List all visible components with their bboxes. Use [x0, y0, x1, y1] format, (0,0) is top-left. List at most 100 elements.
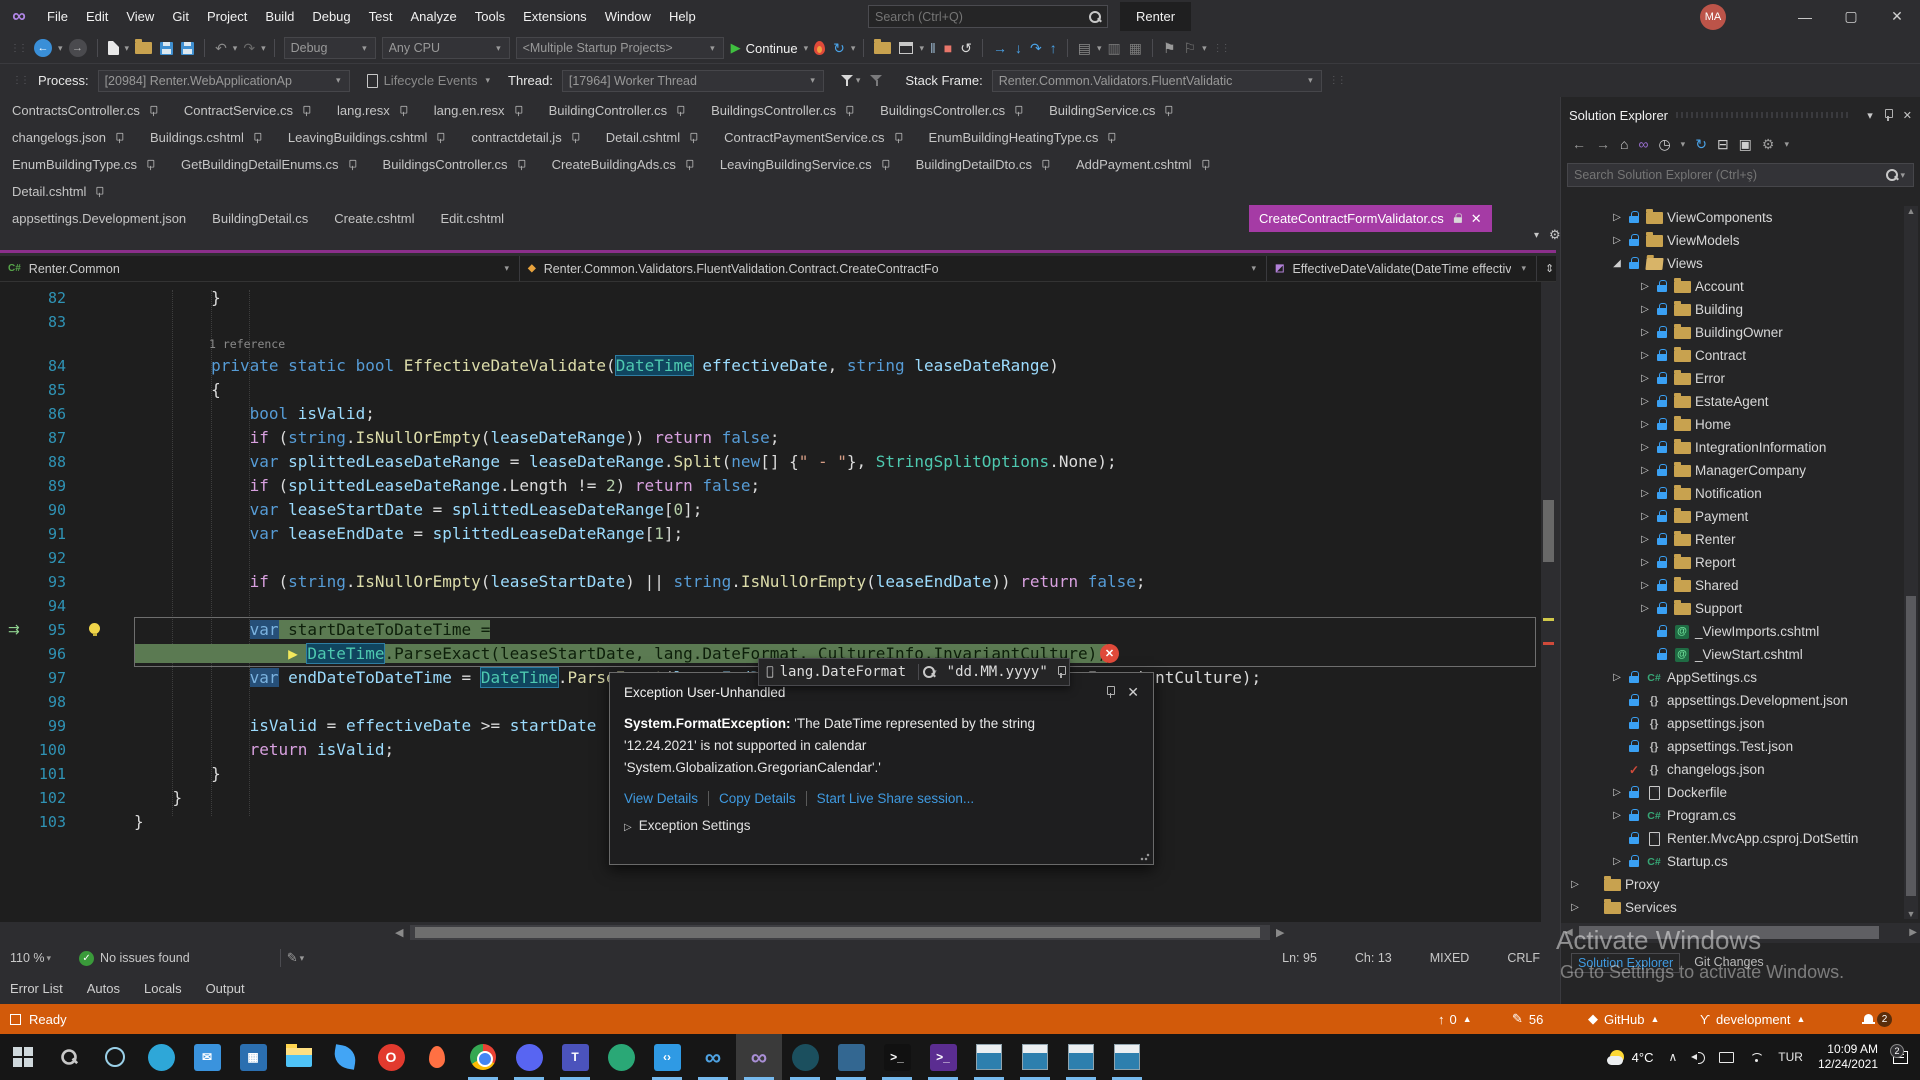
- menu-tools[interactable]: Tools: [466, 0, 514, 33]
- vscode-icon[interactable]: ‹›: [644, 1034, 690, 1080]
- cmd-icon[interactable]: >_: [874, 1034, 920, 1080]
- cortana-icon[interactable]: [92, 1034, 138, 1080]
- code-line[interactable]: 88 var splittedLeaseDateRange = leaseDat…: [0, 450, 1556, 474]
- tab-LeavingBuildingService.cs[interactable]: LeavingBuildingService.cs: [720, 157, 890, 172]
- pending-changes-icon[interactable]: ◷: [1658, 136, 1670, 153]
- glyph-margin[interactable]: [84, 666, 134, 690]
- menu-edit[interactable]: Edit: [77, 0, 117, 33]
- glyph-margin[interactable]: [84, 450, 134, 474]
- break-all-icon[interactable]: ‖: [930, 40, 936, 56]
- tab-BuildingController.cs[interactable]: BuildingController.cs: [549, 103, 686, 118]
- pin-icon[interactable]: [676, 105, 685, 115]
- menu-view[interactable]: View: [117, 0, 163, 33]
- scroll-up-icon[interactable]: ▲: [1904, 206, 1918, 216]
- menu-git[interactable]: Git: [163, 0, 198, 33]
- expand-icon[interactable]: ▷: [1637, 327, 1653, 338]
- tree-vertical-scrollbar[interactable]: ▲ ▼: [1904, 206, 1918, 919]
- expand-icon[interactable]: ▷: [1609, 212, 1625, 223]
- pin-icon[interactable]: [516, 159, 525, 169]
- continue-button[interactable]: ▶Continue: [731, 40, 798, 56]
- tree-horizontal-scrollbar[interactable]: ◀ ▶: [1561, 923, 1920, 943]
- tree-item-Views[interactable]: ◢Views: [1561, 252, 1901, 275]
- line-ops-icon[interactable]: ▥: [1107, 40, 1120, 57]
- pin-icon[interactable]: [95, 186, 104, 196]
- split-editor-icon[interactable]: ⇕: [1537, 256, 1556, 281]
- wifi-icon[interactable]: [1748, 1051, 1764, 1063]
- breadcrumb-project[interactable]: C# Renter.Common ▾: [0, 256, 520, 281]
- tree-item-BuildingOwner[interactable]: ▷BuildingOwner: [1561, 321, 1901, 344]
- exception-error-icon[interactable]: ✕: [1100, 644, 1119, 663]
- platform-select[interactable]: Any CPU▾: [382, 37, 510, 59]
- step-over-icon[interactable]: ↷: [1030, 40, 1042, 57]
- magnifier-icon[interactable]: [923, 666, 930, 678]
- panel-tab-output[interactable]: Output: [206, 981, 245, 996]
- tab-lang.en.resx[interactable]: lang.en.resx: [434, 103, 523, 118]
- action-center-icon[interactable]: 2: [1893, 1051, 1908, 1064]
- sync-active-document-icon[interactable]: ↻: [1695, 136, 1707, 153]
- stop-debugging-icon[interactable]: ■: [944, 40, 952, 56]
- tree-item-IntegrationInformation[interactable]: ▷IntegrationInformation: [1561, 436, 1901, 459]
- scroll-right-icon[interactable]: ▶: [1909, 927, 1917, 938]
- account-avatar[interactable]: MA: [1700, 4, 1726, 30]
- lightbulb-icon[interactable]: [88, 623, 101, 637]
- panel-title-bar[interactable]: Solution Explorer ▾ ✕: [1561, 101, 1920, 129]
- tree-item-Error[interactable]: ▷Error: [1561, 367, 1901, 390]
- tab-Buildings.cshtml[interactable]: Buildings.cshtml: [150, 130, 262, 145]
- discord-icon[interactable]: [506, 1034, 552, 1080]
- pin-icon[interactable]: [880, 159, 889, 169]
- link-copy-details[interactable]: Copy Details: [719, 791, 796, 806]
- pin-icon[interactable]: [1041, 159, 1050, 169]
- window-app-icon[interactable]: [1012, 1034, 1058, 1080]
- expand-icon[interactable]: ▷: [1567, 879, 1583, 890]
- mail-icon[interactable]: ✉: [184, 1034, 230, 1080]
- pin-icon[interactable]: [1164, 105, 1173, 115]
- tree-item-Notification[interactable]: ▷Notification: [1561, 482, 1901, 505]
- startup-project-select[interactable]: <Multiple Startup Projects>▾: [516, 37, 724, 59]
- feather-app-icon[interactable]: [322, 1034, 368, 1080]
- tab-active[interactable]: CreateContractFormValidator.cs ✕: [1249, 205, 1492, 232]
- code-line[interactable]: 86 bool isValid;: [0, 402, 1556, 426]
- browse-icon[interactable]: [874, 42, 891, 54]
- expand-icon[interactable]: ▷: [1637, 511, 1653, 522]
- tree-item-Dockerfile[interactable]: ▷Dockerfile: [1561, 781, 1901, 804]
- glyph-margin[interactable]: [84, 690, 134, 714]
- tree-item-Building[interactable]: ▷Building: [1561, 298, 1901, 321]
- close-tab-icon[interactable]: ✕: [1471, 211, 1482, 227]
- file-explorer-icon[interactable]: [276, 1034, 322, 1080]
- glyph-margin[interactable]: [84, 426, 134, 450]
- menu-extensions[interactable]: Extensions: [514, 0, 596, 33]
- editor-vertical-scrollbar[interactable]: [1541, 282, 1556, 922]
- chevron-down-icon[interactable]: ▾: [261, 43, 266, 54]
- glyph-margin[interactable]: [84, 402, 134, 426]
- menu-test[interactable]: Test: [360, 0, 402, 33]
- pin-icon[interactable]: [513, 105, 522, 115]
- code-line[interactable]: 95 var startDateToDateTime =: [0, 618, 1556, 642]
- visual-studio-purple-icon[interactable]: ∞: [736, 1034, 782, 1080]
- pin-icon[interactable]: [689, 132, 698, 142]
- glyph-margin[interactable]: [84, 810, 134, 834]
- scrollbar-thumb[interactable]: [1543, 500, 1554, 562]
- properties-icon[interactable]: ⚙: [1762, 136, 1775, 153]
- tree-item-Services[interactable]: ▷Services: [1561, 896, 1901, 919]
- edge-icon[interactable]: [138, 1034, 184, 1080]
- codelens-references[interactable]: 1 reference: [134, 334, 285, 354]
- tab-CreateBuildingAds.cs[interactable]: CreateBuildingAds.cs: [552, 157, 694, 172]
- step-into-icon[interactable]: ↓: [1015, 40, 1022, 56]
- tree-item-Report[interactable]: ▷Report: [1561, 551, 1901, 574]
- apply-code-changes-icon[interactable]: ↻: [833, 40, 845, 57]
- prev-bookmark-icon[interactable]: ⚐: [1184, 40, 1197, 57]
- stack-frame-select[interactable]: Renter.Common.Validators.FluentValidatic…: [992, 70, 1322, 92]
- glyph-margin[interactable]: [84, 714, 134, 738]
- switch-views-icon[interactable]: ∞: [1638, 136, 1648, 152]
- save-icon[interactable]: [160, 42, 173, 55]
- breadcrumb-type[interactable]: ◆ Renter.Common.Validators.FluentValidat…: [520, 256, 1267, 281]
- browser-preview-icon[interactable]: [899, 42, 913, 54]
- debug-target-select[interactable]: Debug▾: [284, 37, 376, 59]
- pin-icon[interactable]: [1107, 132, 1116, 142]
- pin-icon[interactable]: [685, 159, 694, 169]
- code-line[interactable]: 82 }: [0, 286, 1556, 310]
- tab-GetBuildingDetailEnums.cs[interactable]: GetBuildingDetailEnums.cs: [181, 157, 357, 172]
- weather-widget[interactable]: 4°C: [1602, 1050, 1662, 1065]
- scroll-left-icon[interactable]: ◀: [395, 926, 403, 939]
- code-line[interactable]: 83: [0, 310, 1556, 334]
